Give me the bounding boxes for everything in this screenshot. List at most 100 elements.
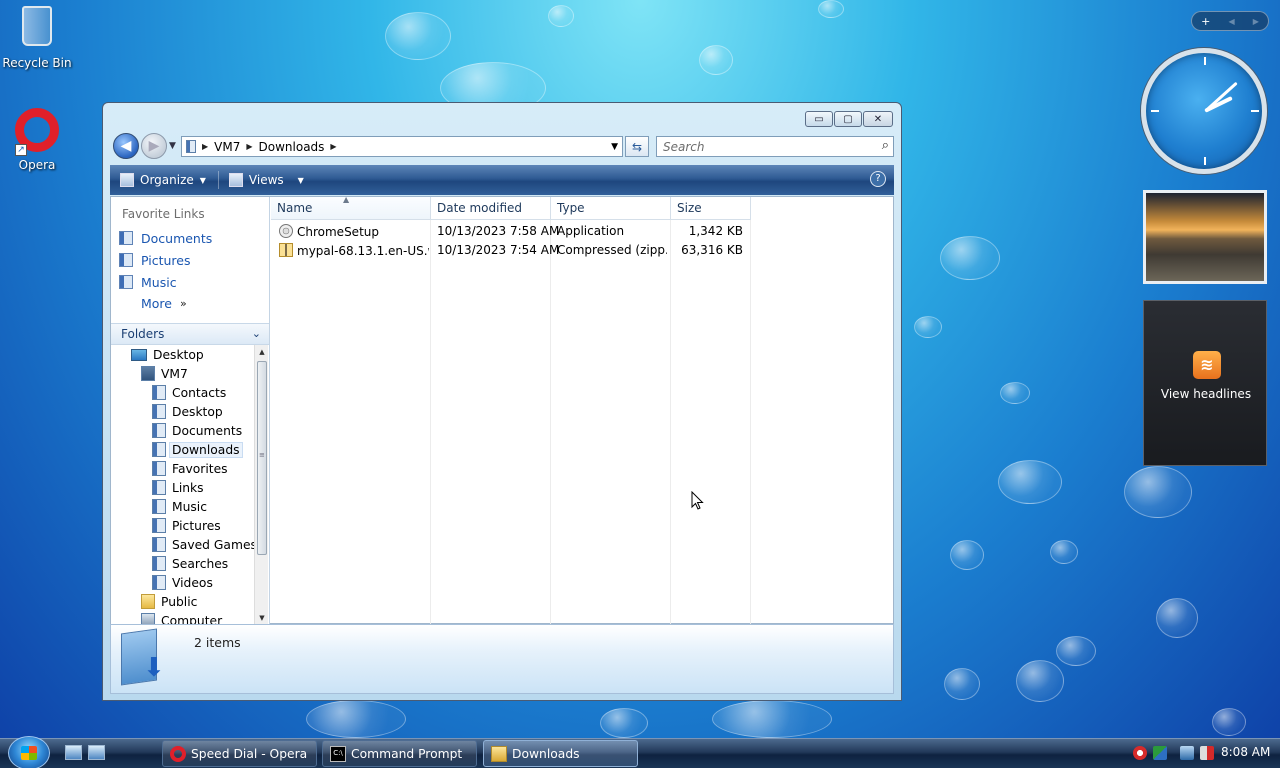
documents-icon <box>119 231 133 245</box>
previous-icon[interactable]: ◀ <box>1228 17 1234 26</box>
windows-logo-icon <box>21 746 37 760</box>
favorite-link-label: Documents <box>141 230 213 246</box>
recent-pages-dropdown[interactable]: ▼ <box>169 141 176 151</box>
taskbar-item-downloads[interactable]: Downloads <box>483 740 638 767</box>
volume-muted-icon[interactable] <box>1200 746 1214 760</box>
user-folder-icon <box>141 366 155 381</box>
breadcrumb-separator[interactable]: ▶ <box>246 142 252 151</box>
tree-item-label: Contacts <box>172 385 227 400</box>
opera-label: Opera <box>18 158 56 172</box>
details-pane: ⬇ 2 items <box>110 624 894 694</box>
back-button[interactable]: ◀ <box>113 133 139 159</box>
tree-item-label: Downloads <box>169 441 243 458</box>
more-label: More <box>141 295 172 311</box>
switch-windows-icon[interactable] <box>88 745 105 760</box>
tree-item-downloads[interactable]: Downloads <box>111 440 255 459</box>
opera-shortcut[interactable]: ↗ Opera <box>0 106 74 172</box>
scroll-up-icon[interactable]: ▲ <box>255 345 269 359</box>
window-controls: ▭ ▢ ✕ <box>804 111 893 127</box>
tree-item-desktop-folder[interactable]: Desktop <box>111 402 255 421</box>
tree-item-label: Public <box>161 594 198 609</box>
add-gadget-button[interactable]: + <box>1201 15 1210 28</box>
column-label: Type <box>557 201 585 215</box>
tree-item-documents[interactable]: Documents <box>111 421 255 440</box>
next-icon[interactable]: ▶ <box>1253 17 1259 26</box>
tree-item-favorites[interactable]: Favorites <box>111 459 255 478</box>
column-divider <box>430 220 431 625</box>
refresh-button[interactable]: ⇆ <box>625 136 649 157</box>
close-button[interactable]: ✕ <box>863 111 893 127</box>
start-button[interactable] <box>8 736 50 768</box>
tree-item-label: Links <box>172 480 204 495</box>
network-icon[interactable] <box>1180 746 1194 760</box>
clock-gadget[interactable] <box>1141 48 1267 174</box>
recycle-bin-shortcut[interactable]: Recycle Bin <box>0 2 74 70</box>
search-icon[interactable]: ⌕ <box>882 138 889 153</box>
chevron-down-icon: ▼ <box>297 175 304 185</box>
maximize-button[interactable]: ▢ <box>834 111 862 127</box>
tree-item-desktop[interactable]: Desktop <box>111 345 255 364</box>
breadcrumb-separator[interactable]: ▶ <box>202 142 208 151</box>
favorite-link-music[interactable]: Music <box>111 271 269 293</box>
tree-item-computer[interactable]: Computer <box>111 611 255 625</box>
breadcrumb-separator[interactable]: ▶ <box>330 142 336 151</box>
show-desktop-icon[interactable] <box>65 745 82 760</box>
back-arrow-icon: ◀ <box>120 138 132 154</box>
file-row[interactable]: ChromeSetup 10/13/2023 7:58 AM Applicati… <box>271 222 751 241</box>
sidebar-controls: + ◀ ▶ <box>1191 11 1269 31</box>
column-header-name[interactable]: ▲ Name <box>271 195 431 220</box>
breadcrumb-vm7[interactable]: VM7 <box>214 140 240 154</box>
application-icon <box>279 224 293 238</box>
public-folder-icon <box>141 594 155 609</box>
slideshow-gadget[interactable] <box>1143 190 1267 284</box>
address-bar[interactable]: ▶ VM7 ▶ Downloads ▶ ▼ <box>181 136 623 157</box>
feed-headlines-gadget[interactable]: ≋ View headlines <box>1143 300 1267 466</box>
taskbar-item-label: Speed Dial - Opera <box>191 746 308 761</box>
tree-item-pictures[interactable]: Pictures <box>111 516 255 535</box>
organize-button[interactable]: Organize ▼ <box>120 173 206 187</box>
taskbar-clock[interactable]: 8:08 AM <box>1221 745 1270 759</box>
more-links-button[interactable]: More » <box>111 293 269 313</box>
tree-item-vm7[interactable]: VM7 <box>111 364 255 383</box>
tree-item-label: Music <box>172 499 207 514</box>
favorite-link-pictures[interactable]: Pictures <box>111 249 269 271</box>
folder-tree-scrollbar[interactable]: ▲ ≡ ▼ <box>254 345 268 625</box>
view-headlines-label[interactable]: View headlines <box>1144 387 1268 401</box>
tree-item-searches[interactable]: Searches <box>111 554 255 573</box>
tree-item-videos[interactable]: Videos <box>111 573 255 592</box>
breadcrumb-downloads[interactable]: Downloads <box>259 140 325 154</box>
folders-header[interactable]: Folders ⌄ <box>111 323 269 345</box>
security-alert-icon[interactable] <box>1133 746 1147 760</box>
double-chevron-icon: » <box>180 296 187 310</box>
tree-item-links[interactable]: Links <box>111 478 255 497</box>
column-header-date[interactable]: Date modified <box>431 197 551 220</box>
folder-icon <box>491 745 507 762</box>
column-header-size[interactable]: Size <box>671 197 751 220</box>
column-header-type[interactable]: Type <box>551 197 671 220</box>
forward-button[interactable]: ▶ <box>141 133 167 159</box>
scroll-thumb[interactable]: ≡ <box>257 361 267 555</box>
tree-item-contacts[interactable]: Contacts <box>111 383 255 402</box>
help-button[interactable]: ? <box>870 171 886 187</box>
minimize-button[interactable]: ▭ <box>805 111 833 127</box>
chevron-down-icon: ⌄ <box>251 327 261 340</box>
taskbar-item-opera[interactable]: Speed Dial - Opera <box>162 740 317 767</box>
favorite-link-documents[interactable]: Documents <box>111 227 269 249</box>
windows-security-icon[interactable] <box>1153 746 1167 760</box>
views-button[interactable]: Views ▼ <box>228 173 304 187</box>
tree-item-music[interactable]: Music <box>111 497 255 516</box>
documents-folder-icon <box>152 423 166 438</box>
tree-item-saved-games[interactable]: Saved Games <box>111 535 255 554</box>
music-icon <box>119 275 133 289</box>
tree-item-public[interactable]: Public <box>111 592 255 611</box>
views-icon <box>228 173 243 187</box>
address-dropdown-icon[interactable]: ▼ <box>611 142 618 152</box>
favorite-link-label: Pictures <box>141 252 191 268</box>
pictures-folder-icon <box>152 518 166 533</box>
search-input[interactable]: Search ⌕ <box>656 136 894 157</box>
taskbar-item-command-prompt[interactable]: C:\ Command Prompt <box>322 740 477 767</box>
file-name: ChromeSetup <box>297 225 379 239</box>
column-divider <box>750 220 751 625</box>
file-row[interactable]: mypal-68.13.1.en-US.w... 10/13/2023 7:54… <box>271 241 751 260</box>
scroll-down-icon[interactable]: ▼ <box>255 611 269 625</box>
